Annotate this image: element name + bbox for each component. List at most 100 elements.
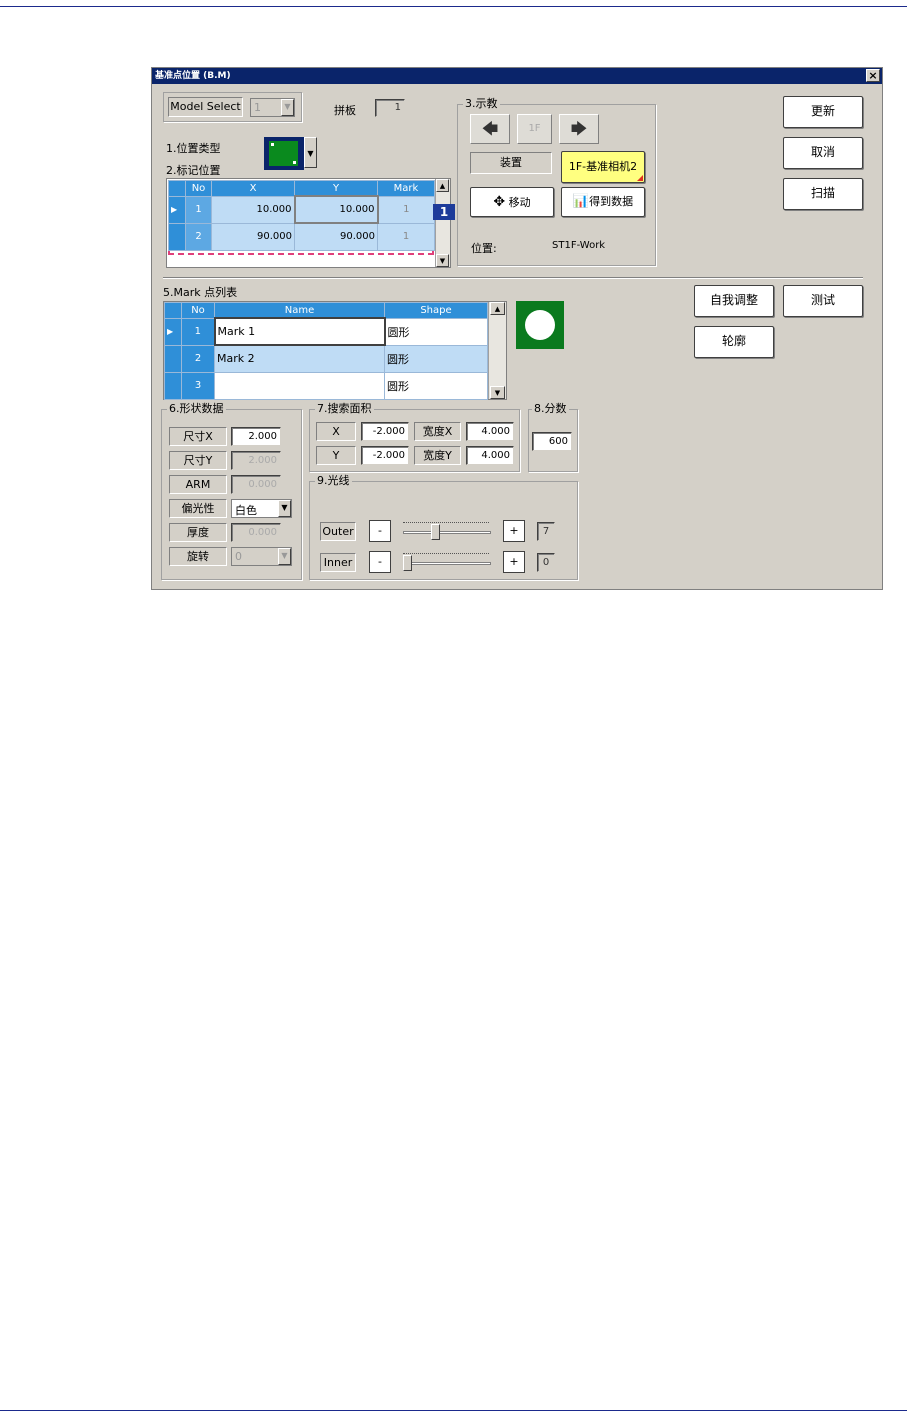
- cell-x[interactable]: 90.000: [211, 222, 295, 251]
- col-header-shape: Shape: [384, 302, 488, 319]
- cell-shape[interactable]: 圆形: [384, 344, 488, 373]
- light-group-title: 9.光线: [315, 474, 352, 487]
- device-label: 装置: [470, 152, 552, 174]
- corner-indicator-icon: [637, 175, 643, 181]
- outer-label: Outer: [320, 522, 356, 541]
- scroll-up-icon[interactable]: ▲: [436, 179, 449, 192]
- panel-label: 拼板: [334, 104, 356, 117]
- cell-y[interactable]: 90.000: [294, 222, 378, 251]
- inner-label: Inner: [320, 553, 356, 572]
- score-input[interactable]: 600: [532, 432, 572, 451]
- table-row[interactable]: ▶ 1 Mark 1 圆形: [164, 317, 488, 346]
- arm-input[interactable]: 0.000: [231, 475, 281, 494]
- cell-name[interactable]: Mark 1: [213, 317, 386, 346]
- vertical-scrollbar[interactable]: ▲ ▼: [488, 302, 506, 399]
- slider-track: [403, 531, 491, 534]
- arm-label: ARM: [169, 475, 227, 494]
- slider-thumb[interactable]: [431, 524, 440, 540]
- position-type-label: 1.位置类型: [166, 142, 221, 155]
- scroll-up-icon[interactable]: ▲: [490, 302, 505, 315]
- search-y-label: Y: [316, 446, 356, 465]
- close-icon: ×: [868, 69, 878, 82]
- rotate-value: 0: [235, 550, 242, 563]
- model-select-dropdown[interactable]: 1 ▼: [250, 98, 295, 117]
- outer-minus-button[interactable]: -: [369, 520, 391, 542]
- test-button[interactable]: 测试: [783, 285, 863, 317]
- search-x-input[interactable]: -2.000: [361, 422, 409, 441]
- rotate-dropdown[interactable]: 0 ▼: [231, 547, 292, 566]
- cell-no: 3: [181, 371, 215, 400]
- position-value: ST1F-Work: [552, 240, 606, 251]
- width-x-input[interactable]: 4.000: [466, 422, 514, 441]
- outer-slider[interactable]: [403, 518, 493, 542]
- close-button[interactable]: ×: [866, 69, 880, 82]
- position-label: 位置:: [471, 242, 497, 255]
- table-row[interactable]: 3 圆形: [164, 371, 488, 400]
- mark-list-label: 5.Mark 点列表: [163, 286, 238, 299]
- cell-shape[interactable]: 圆形: [384, 371, 488, 400]
- table-row[interactable]: 2 Mark 2 圆形: [164, 344, 488, 373]
- cell-x[interactable]: 10.000: [211, 195, 295, 224]
- thickness-label: 厚度: [169, 523, 227, 542]
- cell-name[interactable]: [214, 371, 385, 400]
- col-header-name: Name: [214, 302, 385, 319]
- outer-value: 7: [537, 522, 555, 541]
- table-row[interactable]: 2 90.000 90.000 1: [168, 222, 435, 251]
- update-button[interactable]: 更新: [783, 96, 863, 128]
- width-y-input[interactable]: 4.000: [466, 446, 514, 465]
- thickness-input[interactable]: 0.000: [231, 523, 281, 542]
- camera-button-label: 1F-基准相机2: [568, 160, 638, 173]
- cell-mark[interactable]: 1: [377, 222, 435, 251]
- scroll-down-icon[interactable]: ▼: [490, 386, 505, 399]
- shape-data-title: 6.形状数据: [167, 402, 226, 415]
- mark-position-table: No X Y Mark ▶ 1 10.000 10.000 1 2 90.000…: [166, 178, 451, 268]
- move-button[interactable]: ✥ 移动: [470, 187, 554, 217]
- cell-no: 1: [181, 317, 215, 346]
- scroll-down-icon[interactable]: ▼: [436, 254, 449, 267]
- polarity-dropdown[interactable]: 白色 ▼: [231, 499, 292, 518]
- search-area-title: 7.搜索面积: [315, 402, 374, 415]
- rotate-label: 旋转: [169, 547, 227, 566]
- cell-no: 1: [185, 195, 212, 224]
- vertical-scrollbar[interactable]: ▲ ▼: [435, 179, 450, 267]
- panel-value[interactable]: 1: [375, 99, 405, 117]
- table-row[interactable]: ▶ 1 10.000 10.000 1: [168, 195, 435, 224]
- camera-button[interactable]: 1F-基准相机2: [561, 151, 645, 183]
- chevron-down-icon: ▼: [304, 137, 317, 168]
- get-data-button[interactable]: 📊得到数据: [561, 187, 645, 217]
- row-indicator-icon: ▶: [168, 195, 186, 224]
- size-x-input[interactable]: 2.000: [231, 427, 281, 446]
- mark-position-grid: No X Y Mark ▶ 1 10.000 10.000 1 2 90.000…: [168, 180, 435, 251]
- left-arrow-button[interactable]: 🡄: [470, 114, 510, 144]
- window-titlebar: 基准点位置 (B.M) ×: [152, 68, 882, 84]
- scan-button[interactable]: 扫描: [783, 178, 863, 210]
- search-x-label: X: [316, 422, 356, 441]
- cell-shape[interactable]: 圆形: [384, 317, 488, 346]
- cell-no: 2: [181, 344, 215, 373]
- position-type-swatch: [264, 137, 304, 170]
- slider-thumb[interactable]: [403, 555, 412, 571]
- model-select-value: 1: [254, 101, 261, 114]
- cell-mark[interactable]: 1: [377, 195, 435, 224]
- col-header-y: Y: [294, 180, 378, 197]
- cell-y[interactable]: 10.000: [293, 195, 379, 224]
- dialog-window: 基准点位置 (B.M) × Model Select 1 ▼ 拼板 1 1.位置…: [151, 67, 883, 590]
- cell-name[interactable]: Mark 2: [214, 344, 385, 373]
- score-title: 8.分数: [532, 402, 569, 415]
- contour-button[interactable]: 轮廓: [694, 326, 774, 358]
- inner-plus-button[interactable]: +: [503, 551, 525, 573]
- search-y-input[interactable]: -2.000: [361, 446, 409, 465]
- mark-marker-badge: 1: [433, 204, 455, 220]
- inner-minus-button[interactable]: -: [369, 551, 391, 573]
- page-bottom-rule: [0, 1410, 907, 1411]
- inner-slider[interactable]: [403, 549, 493, 573]
- chevron-down-icon: ▼: [281, 99, 294, 116]
- floor-button[interactable]: 1F: [517, 114, 552, 144]
- self-adjust-button[interactable]: 自我调整: [694, 285, 774, 317]
- inner-value: 0: [537, 553, 555, 572]
- size-y-input[interactable]: 2.000: [231, 451, 281, 470]
- right-arrow-button[interactable]: 🡆: [559, 114, 599, 144]
- cancel-button[interactable]: 取消: [783, 137, 863, 169]
- position-type-dropdown[interactable]: ▼: [264, 137, 319, 170]
- outer-plus-button[interactable]: +: [503, 520, 525, 542]
